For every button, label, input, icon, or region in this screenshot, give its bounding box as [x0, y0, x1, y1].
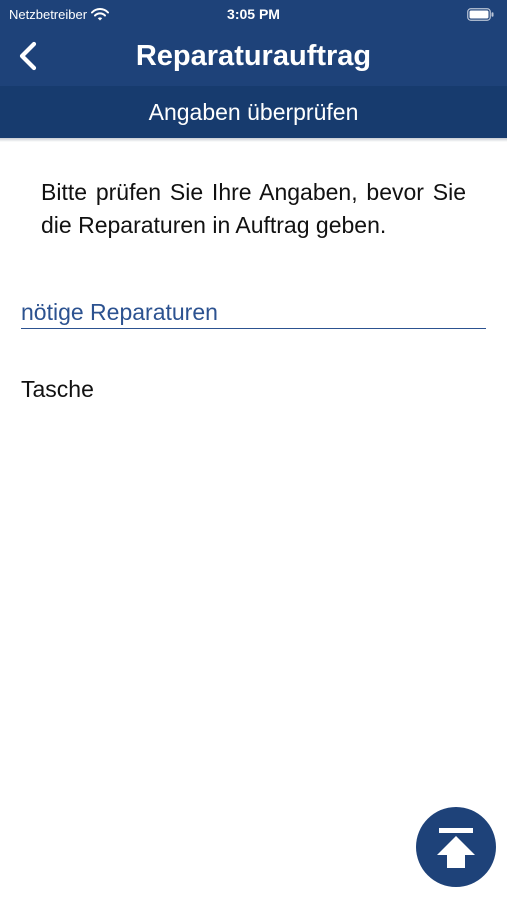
section-title-repairs: nötige Reparaturen: [21, 296, 486, 329]
app-header: Netzbetreiber 3:05 PM Reparaturauftrag: [0, 0, 507, 86]
header-shadow: [0, 138, 507, 142]
status-bar: Netzbetreiber 3:05 PM: [0, 0, 507, 28]
chevron-left-icon: [19, 41, 37, 71]
list-item: Tasche: [21, 376, 94, 402]
status-time: 3:05 PM: [227, 6, 280, 22]
page-subtitle: Angaben überprüfen: [148, 98, 359, 125]
battery-icon: [467, 8, 494, 21]
scroll-to-top-button[interactable]: [416, 807, 496, 887]
page-subtitle-bar: Angaben überprüfen: [0, 86, 507, 138]
arrow-up-to-top-icon: [437, 828, 475, 868]
page-title: Reparaturauftrag: [135, 40, 372, 72]
back-button[interactable]: [8, 36, 48, 76]
intro-text: Bitte prüfen Sie Ihre Angaben, bevor Sie…: [41, 179, 466, 238]
